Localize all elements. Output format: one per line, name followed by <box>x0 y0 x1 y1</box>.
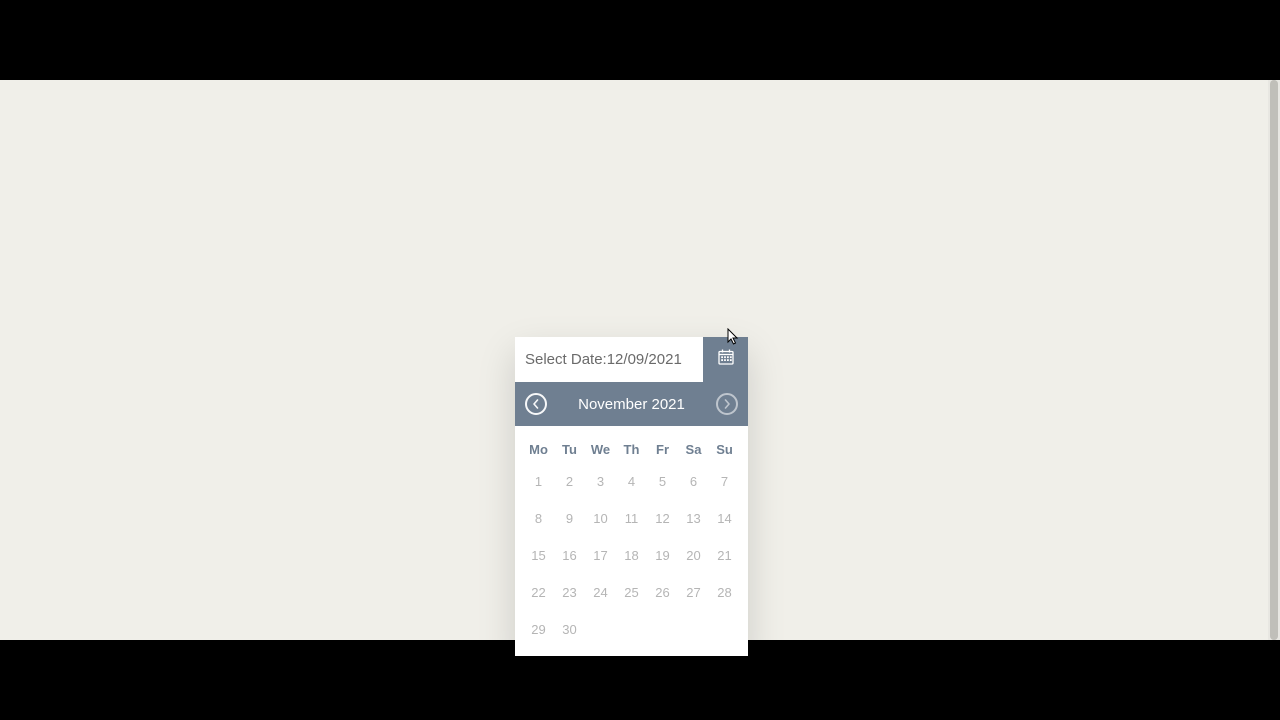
day-cell-empty <box>678 611 709 648</box>
day-cell[interactable]: 11 <box>616 500 647 537</box>
day-cell[interactable]: 23 <box>554 574 585 611</box>
weekday-header: Sa <box>678 436 709 463</box>
day-cell[interactable]: 16 <box>554 537 585 574</box>
day-cell[interactable]: 7 <box>709 463 740 500</box>
day-cell[interactable]: 2 <box>554 463 585 500</box>
month-header: November 2021 <box>515 382 748 426</box>
chevron-right-icon <box>723 399 731 409</box>
day-cell[interactable]: 12 <box>647 500 678 537</box>
week-row: 29 30 <box>523 611 740 648</box>
day-cell-empty <box>585 611 616 648</box>
day-cell[interactable]: 29 <box>523 611 554 648</box>
day-cell[interactable]: 30 <box>554 611 585 648</box>
day-cell[interactable]: 28 <box>709 574 740 611</box>
day-cell[interactable]: 20 <box>678 537 709 574</box>
day-cell-empty <box>647 611 678 648</box>
weekday-header: We <box>585 436 616 463</box>
day-cell[interactable]: 21 <box>709 537 740 574</box>
next-month-button[interactable] <box>716 393 738 415</box>
day-cell[interactable]: 19 <box>647 537 678 574</box>
select-date-prefix: Select Date: <box>525 351 607 368</box>
day-cell[interactable]: 13 <box>678 500 709 537</box>
day-cell[interactable]: 24 <box>585 574 616 611</box>
day-cell[interactable]: 1 <box>523 463 554 500</box>
week-row: 15 16 17 18 19 20 21 <box>523 537 740 574</box>
weekday-header: Tu <box>554 436 585 463</box>
weekday-header: Th <box>616 436 647 463</box>
calendar-body: Mo Tu We Th Fr Sa Su 1 2 3 4 <box>515 426 748 656</box>
day-cell[interactable]: 26 <box>647 574 678 611</box>
content-area: Select Date: 12/09/2021 <box>0 80 1268 640</box>
month-label[interactable]: November 2021 <box>578 396 685 413</box>
day-cell[interactable]: 10 <box>585 500 616 537</box>
day-cell[interactable]: 22 <box>523 574 554 611</box>
chevron-left-icon <box>532 399 540 409</box>
scrollbar-thumb[interactable] <box>1270 80 1278 640</box>
datepicker-header: Select Date: 12/09/2021 <box>515 337 748 382</box>
day-cell[interactable]: 15 <box>523 537 554 574</box>
weekday-header: Su <box>709 436 740 463</box>
day-cell[interactable]: 27 <box>678 574 709 611</box>
day-cell[interactable]: 25 <box>616 574 647 611</box>
calendar-icon <box>718 349 734 370</box>
day-cell-empty <box>616 611 647 648</box>
datepicker: Select Date: 12/09/2021 <box>515 337 748 656</box>
day-cell[interactable]: 14 <box>709 500 740 537</box>
select-date-label: Select Date: 12/09/2021 <box>515 337 703 382</box>
week-row: 22 23 24 25 26 27 28 <box>523 574 740 611</box>
day-cell[interactable]: 18 <box>616 537 647 574</box>
day-cell[interactable]: 4 <box>616 463 647 500</box>
calendar-table: Mo Tu We Th Fr Sa Su 1 2 3 4 <box>523 436 740 648</box>
day-cell[interactable]: 3 <box>585 463 616 500</box>
day-cell[interactable]: 9 <box>554 500 585 537</box>
day-cell[interactable]: 17 <box>585 537 616 574</box>
day-cell[interactable]: 8 <box>523 500 554 537</box>
week-row: 8 9 10 11 12 13 14 <box>523 500 740 537</box>
week-row: 1 2 3 4 5 6 7 <box>523 463 740 500</box>
prev-month-button[interactable] <box>525 393 547 415</box>
selected-date-value: 12/09/2021 <box>607 351 682 368</box>
scrollbar-track[interactable] <box>1268 80 1280 640</box>
weekday-header: Fr <box>647 436 678 463</box>
weekday-header: Mo <box>523 436 554 463</box>
day-cell-empty <box>709 611 740 648</box>
day-cell[interactable]: 6 <box>678 463 709 500</box>
calendar-toggle-button[interactable] <box>703 337 748 382</box>
weekday-row: Mo Tu We Th Fr Sa Su <box>523 436 740 463</box>
day-cell[interactable]: 5 <box>647 463 678 500</box>
